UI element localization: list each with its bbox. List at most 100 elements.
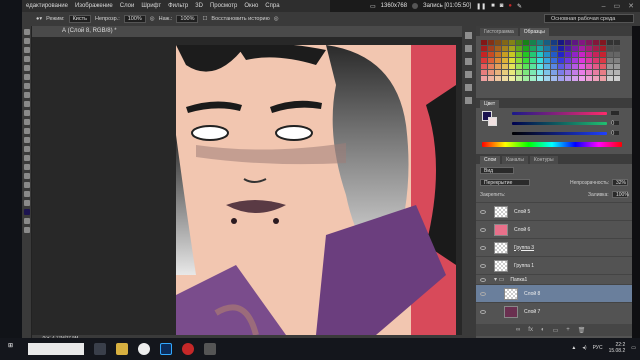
swatch-grid[interactable] <box>476 36 632 85</box>
color-swatch[interactable] <box>495 52 501 57</box>
layer-group-row[interactable]: ▾ ▭ Папка1 <box>476 274 632 284</box>
color-swatch[interactable] <box>481 40 487 45</box>
color-swatch[interactable] <box>565 70 571 75</box>
volume-icon[interactable]: ◂) <box>582 345 586 351</box>
link-icon[interactable]: ∞ <box>516 327 520 333</box>
layer-row[interactable]: Слой 6 <box>476 220 632 238</box>
opacity-field[interactable]: 100% <box>123 15 146 23</box>
color-swatch[interactable] <box>551 70 557 75</box>
visibility-icon[interactable] <box>480 309 486 314</box>
color-swatch[interactable] <box>600 52 606 57</box>
color-swatch[interactable] <box>558 76 564 81</box>
color-swatch[interactable] <box>551 58 557 63</box>
color-swatch[interactable] <box>551 46 557 51</box>
pen-tool-icon[interactable] <box>24 155 30 161</box>
file-explorer-icon[interactable] <box>116 343 128 355</box>
color-swatch[interactable] <box>572 58 578 63</box>
path-select-tool-icon[interactable] <box>24 173 30 179</box>
color-swatch[interactable] <box>537 46 543 51</box>
color-swatch[interactable] <box>488 52 494 57</box>
pause-icon[interactable]: ❚❚ <box>476 3 486 10</box>
color-swatch[interactable] <box>544 58 550 63</box>
history-panel-icon[interactable] <box>465 32 472 39</box>
visibility-icon[interactable] <box>480 209 486 214</box>
network-icon[interactable]: ▲ <box>571 345 576 351</box>
color-swatch[interactable] <box>586 46 592 51</box>
menu-help[interactable]: Спра <box>265 3 279 9</box>
windows-start-icon[interactable]: ⊞ <box>8 342 22 356</box>
color-swatch[interactable] <box>502 46 508 51</box>
color-swatch[interactable] <box>544 52 550 57</box>
color-swatch[interactable] <box>607 46 613 51</box>
eraser-tool-icon[interactable] <box>24 119 30 125</box>
color-swatch[interactable] <box>530 46 536 51</box>
fill-field[interactable]: 100% <box>612 191 629 198</box>
color-swatch[interactable] <box>530 58 536 63</box>
color-swatch[interactable] <box>502 40 508 45</box>
color-swatch[interactable] <box>586 70 592 75</box>
color-swatch[interactable] <box>600 40 606 45</box>
color-swatch[interactable] <box>516 70 522 75</box>
color-swatch[interactable] <box>579 58 585 63</box>
color-swatch[interactable] <box>502 70 508 75</box>
tab-swatches[interactable]: Образцы <box>519 28 549 36</box>
color-swatch[interactable] <box>488 40 494 45</box>
color-swatch[interactable] <box>537 52 543 57</box>
color-swatch[interactable] <box>593 70 599 75</box>
adjustments-panel-icon[interactable] <box>465 58 472 65</box>
color-swatch[interactable] <box>516 76 522 81</box>
crop-tool-icon[interactable] <box>24 65 30 71</box>
tab-paths[interactable]: Контуры <box>529 156 558 164</box>
layer-opacity-field[interactable]: 32% <box>612 179 628 186</box>
color-swatch[interactable] <box>565 52 571 57</box>
color-swatch[interactable] <box>481 46 487 51</box>
photoshop-icon[interactable] <box>160 343 172 355</box>
color-swatch[interactable] <box>607 76 613 81</box>
tab-color[interactable]: Цвет <box>480 100 500 108</box>
color-swatch[interactable] <box>614 70 620 75</box>
background-swatch[interactable] <box>488 117 497 126</box>
color-swatch[interactable] <box>572 40 578 45</box>
color-swatch[interactable] <box>544 76 550 81</box>
stop-icon[interactable]: ■ <box>491 3 495 9</box>
color-swatch[interactable] <box>593 52 599 57</box>
color-swatch[interactable] <box>516 46 522 51</box>
menu-edit[interactable]: едактирование <box>26 3 68 9</box>
new-layer-icon[interactable]: + <box>566 327 570 333</box>
pressure-opacity-icon[interactable]: ◎ <box>150 16 155 22</box>
color-swatch[interactable] <box>558 40 564 45</box>
clock[interactable]: 22:2 15.08.2 <box>609 342 626 354</box>
menu-view[interactable]: Просмотр <box>210 3 237 9</box>
layer-row[interactable]: Группа 3 <box>476 238 632 256</box>
blue-value[interactable]: 0 <box>610 130 620 137</box>
color-swatch[interactable] <box>488 76 494 81</box>
visibility-icon[interactable] <box>480 277 486 282</box>
properties-panel-icon[interactable] <box>465 45 472 52</box>
maximize-icon[interactable]: ▭ <box>614 2 621 10</box>
color-swatch[interactable] <box>586 76 592 81</box>
color-swatch[interactable] <box>572 76 578 81</box>
color-swatch[interactable] <box>600 58 606 63</box>
language-indicator[interactable]: РУС <box>593 345 603 351</box>
layer-filter-select[interactable]: Вид <box>480 167 514 174</box>
color-swatch[interactable] <box>607 52 613 57</box>
color-swatch[interactable] <box>495 76 501 81</box>
color-swatch[interactable] <box>565 64 571 69</box>
color-swatch[interactable] <box>565 40 571 45</box>
color-swatch[interactable] <box>614 64 620 69</box>
color-swatch[interactable] <box>516 64 522 69</box>
layer-row-selected[interactable]: Слой 8 <box>476 284 632 302</box>
character-panel-icon[interactable] <box>465 71 472 78</box>
color-swatch[interactable] <box>523 52 529 57</box>
color-swatch[interactable] <box>600 76 606 81</box>
menu-layers[interactable]: Слои <box>120 3 135 9</box>
color-swatch[interactable] <box>614 58 620 63</box>
mode-select[interactable]: Кисть <box>68 15 92 23</box>
color-swatch[interactable] <box>579 70 585 75</box>
color-swatch[interactable] <box>530 70 536 75</box>
color-swatch[interactable] <box>565 46 571 51</box>
color-ramp[interactable] <box>482 142 622 147</box>
record-icon[interactable]: ● <box>508 3 512 9</box>
color-swatch[interactable] <box>572 64 578 69</box>
zoom-tool-icon[interactable] <box>24 200 30 206</box>
